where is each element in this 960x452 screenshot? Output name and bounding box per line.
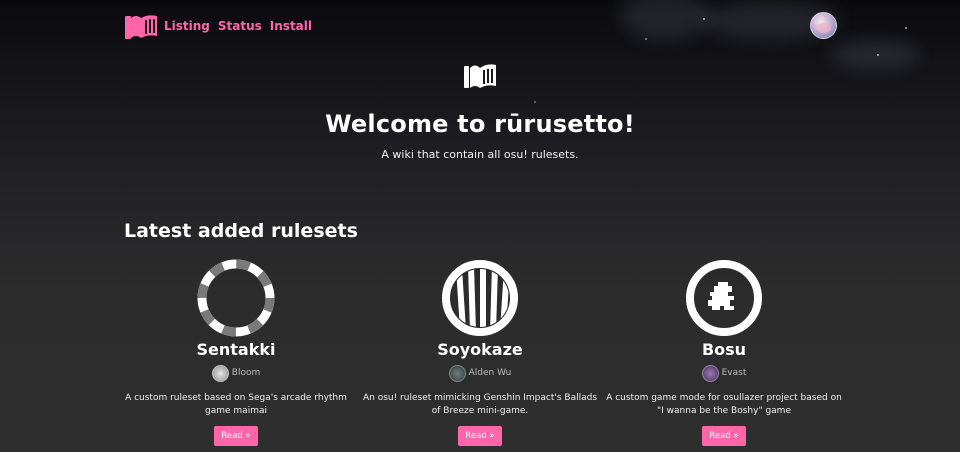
ruleset-author: Bloom <box>211 364 260 382</box>
page-title: Welcome to rūrusetto! <box>325 110 635 138</box>
book-icon <box>464 64 496 88</box>
nav-link-listing[interactable]: Listing <box>164 19 210 33</box>
ruleset-description: A custom ruleset based on Sega's arcade … <box>125 393 347 416</box>
read-button[interactable]: Read » <box>702 426 746 446</box>
page-subtitle: A wiki that contain all osu! rulesets. <box>381 148 579 161</box>
ruleset-name: Soyokaze <box>437 340 523 359</box>
ruleset-author: Evast <box>701 364 746 382</box>
ruleset-description: A custom game mode for osullazer project… <box>606 393 842 416</box>
rurusetto-logo-icon[interactable] <box>124 12 158 40</box>
ruleset-cards: Sentakki Bloom A custom ruleset based on… <box>114 258 846 446</box>
ruleset-card-sentakki: Sentakki Bloom A custom ruleset based on… <box>114 258 358 446</box>
read-button[interactable]: Read » <box>214 426 258 446</box>
read-button[interactable]: Read » <box>458 426 502 446</box>
author-avatar <box>448 364 466 382</box>
ruleset-name: Bosu <box>701 340 747 359</box>
navbar: Listing Status Install <box>0 0 960 52</box>
nav-links: Listing Status Install <box>164 19 312 33</box>
user-avatar[interactable] <box>810 12 837 39</box>
ruleset-name: Sentakki <box>196 340 276 359</box>
nav-link-status[interactable]: Status <box>218 19 262 33</box>
hero-section: Welcome to rūrusetto! A wiki that contai… <box>0 60 960 161</box>
sentakki-logo-icon <box>197 259 275 337</box>
author-avatar <box>211 364 229 382</box>
ruleset-card-soyokaze: Soyokaze Alden Wu An osu! ruleset mimick… <box>358 258 602 446</box>
bosu-logo-icon <box>686 260 762 336</box>
soyokaze-logo-icon <box>442 260 518 336</box>
nav-link-install[interactable]: Install <box>270 19 312 33</box>
ruleset-card-bosu: Bosu Evast A custom game mode for osulla… <box>602 258 846 446</box>
ruleset-description: An osu! ruleset mimicking Genshin Impact… <box>362 393 598 416</box>
author-avatar <box>701 364 719 382</box>
ruleset-author: Alden Wu <box>448 364 511 382</box>
latest-rulesets-heading: Latest added rulesets <box>124 220 358 242</box>
